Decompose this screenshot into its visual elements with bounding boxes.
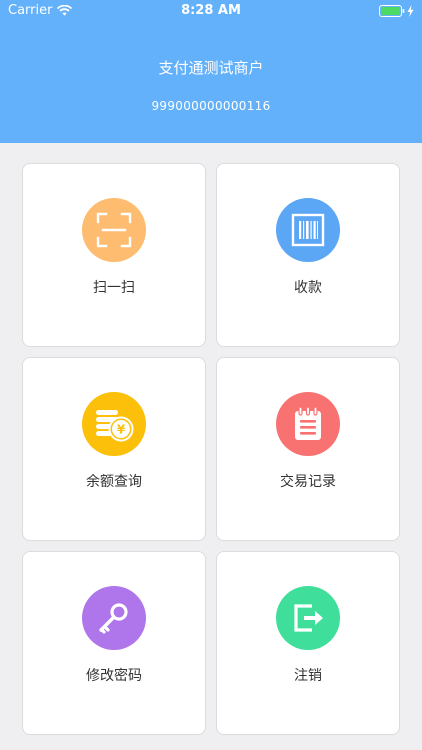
header: Carrier 8:28 AM 支付通测试商户 999000000000116 — [0, 0, 422, 143]
charging-bolt-icon — [407, 5, 414, 17]
scan-label: 扫一扫 — [93, 280, 135, 296]
transaction-records-button[interactable]: 交易记录 — [216, 357, 400, 541]
transaction-records-label: 交易记录 — [280, 474, 336, 490]
battery-icon — [379, 5, 405, 17]
logout-icon — [276, 586, 340, 650]
status-bar: Carrier 8:28 AM — [0, 0, 422, 22]
receive-payment-label: 收款 — [294, 280, 322, 296]
merchant-id: 999000000000116 — [151, 99, 271, 113]
logout-label: 注销 — [294, 668, 322, 684]
key-icon — [82, 586, 146, 650]
status-time: 8:28 AM — [181, 3, 241, 18]
battery-indicator — [379, 5, 414, 17]
notepad-icon — [276, 392, 340, 456]
svg-text:¥: ¥ — [117, 423, 126, 437]
balance-inquiry-label: 余额查询 — [86, 474, 142, 490]
barcode-icon — [276, 198, 340, 262]
receive-payment-button[interactable]: 收款 — [216, 163, 400, 347]
change-password-button[interactable]: 修改密码 — [22, 551, 206, 735]
merchant-name: 支付通测试商户 — [158, 59, 264, 77]
balance-inquiry-button[interactable]: ¥ 余额查询 — [22, 357, 206, 541]
scan-icon — [82, 198, 146, 262]
menu-grid: 扫一扫 收款 ¥ 余额查询 交易记录 修改密码 注销 — [22, 163, 400, 735]
coins-icon: ¥ — [82, 392, 146, 456]
change-password-label: 修改密码 — [86, 668, 142, 684]
scan-button[interactable]: 扫一扫 — [22, 163, 206, 347]
logout-button[interactable]: 注销 — [216, 551, 400, 735]
